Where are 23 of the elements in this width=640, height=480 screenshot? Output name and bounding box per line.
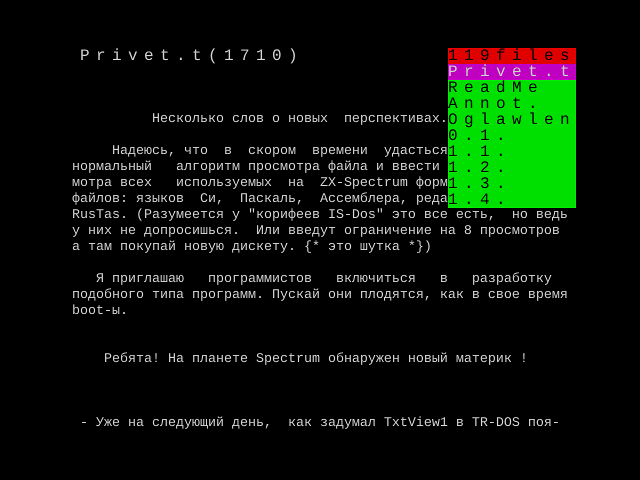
text-line: Надеюсь, что в скором времени удасться xyxy=(110,144,448,160)
text-line: подобного типа программ. Пускай они плодятся, как в свое время xyxy=(72,288,568,304)
text-line: Несколько слов о новых перспективах. xyxy=(150,112,448,128)
file-item[interactable]: Oglawlen xyxy=(448,112,576,128)
file-item[interactable]: 1.2. xyxy=(448,160,576,176)
text-line: у них не допросишься. Или введут ограничение на 8 просмотров xyxy=(72,224,560,240)
file-item[interactable]: 1.1. xyxy=(448,144,576,160)
file-item[interactable]: 1.3. xyxy=(448,176,576,192)
text-line: boot-ы. xyxy=(72,304,128,320)
text-line: нормальный алгоритм просмотра файла и ввести xyxy=(72,160,440,176)
text-line: RusTas. (Разумеется у "корифеев IS-Dos" это все есть, но ведь xyxy=(72,208,568,224)
text-line: Я приглашаю программистов включиться в разработку xyxy=(94,272,552,288)
text-line: мотра всех используемых на ZX-Spectrum форм xyxy=(72,176,448,192)
text-line: файлов: языков Си, Паскаль, Ассемблера, реда xyxy=(72,192,448,208)
file-item[interactable]: ReadMe xyxy=(448,80,576,96)
file-item[interactable]: 1.4. xyxy=(448,192,576,208)
text-line: Ребята! На планете Spectrum обнаружен новый материк ! xyxy=(102,352,528,368)
file-item[interactable]: 0.1. xyxy=(448,128,576,144)
file-title: Privet.t(1710) xyxy=(80,48,304,64)
file-item[interactable]: Annot. xyxy=(448,96,576,112)
text-line: а там покупай новую дискету. {* это шутка *}) xyxy=(72,240,432,256)
file-count: 119files xyxy=(448,48,576,64)
text-line: - Уже на следующий день, как задумал TxtView1 в TR-DOS поя- xyxy=(78,416,560,432)
